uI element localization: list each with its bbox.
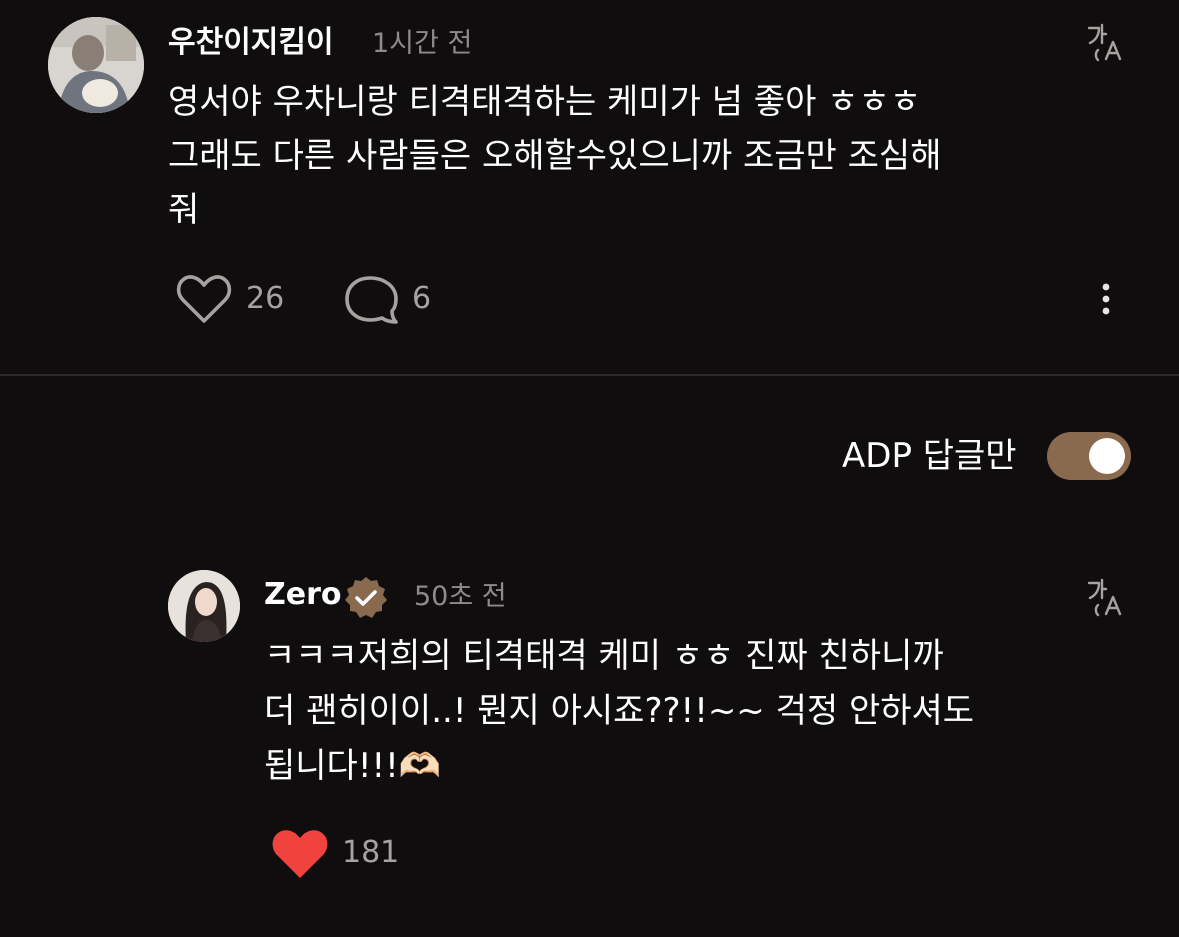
avatar[interactable] xyxy=(168,570,240,642)
reply-time: 50초 전 xyxy=(414,581,507,612)
divider xyxy=(0,374,1179,376)
comment-text-line: 줘 xyxy=(168,190,200,230)
reply-count: 6 xyxy=(412,281,432,316)
like-count: 26 xyxy=(246,281,285,316)
like-count: 181 xyxy=(342,835,400,870)
more-vertical-icon[interactable] xyxy=(1098,282,1114,318)
translate-icon[interactable] xyxy=(1086,577,1126,617)
avatar[interactable] xyxy=(48,17,144,113)
reply-text-line: 됩니다!!!🫶🏻 xyxy=(264,746,442,786)
speech-bubble-icon[interactable] xyxy=(344,274,400,328)
comment-time: 1시간 전 xyxy=(372,28,473,59)
heart-filled-icon[interactable] xyxy=(270,828,330,880)
comment-text-line: 영서야 우차니랑 티격태격하는 케미가 넘 좋아 ㅎㅎㅎ xyxy=(168,82,922,122)
comment-username[interactable]: 우찬이지킴이 xyxy=(168,28,334,58)
adp-replies-only-toggle[interactable] xyxy=(1047,432,1131,480)
reply-username[interactable]: Zero xyxy=(264,580,342,610)
comment-text-line: 그래도 다른 사람들은 오해할수있으니까 조금만 조심해 xyxy=(168,136,942,176)
reply-text-line: 더 괜히이이..! 뭔지 아시죠??!!~~ 걱정 안하셔도 xyxy=(264,691,975,731)
verified-badge-icon xyxy=(343,575,389,621)
reply-text-line: ㅋㅋㅋ저희의 티격태격 케미 ㅎㅎ 진짜 친하니까 xyxy=(264,636,944,676)
heart-outline-icon[interactable] xyxy=(176,274,232,326)
translate-icon[interactable] xyxy=(1086,22,1126,62)
filter-label: ADP 답글만 xyxy=(842,436,1017,476)
toggle-knob xyxy=(1089,438,1125,474)
